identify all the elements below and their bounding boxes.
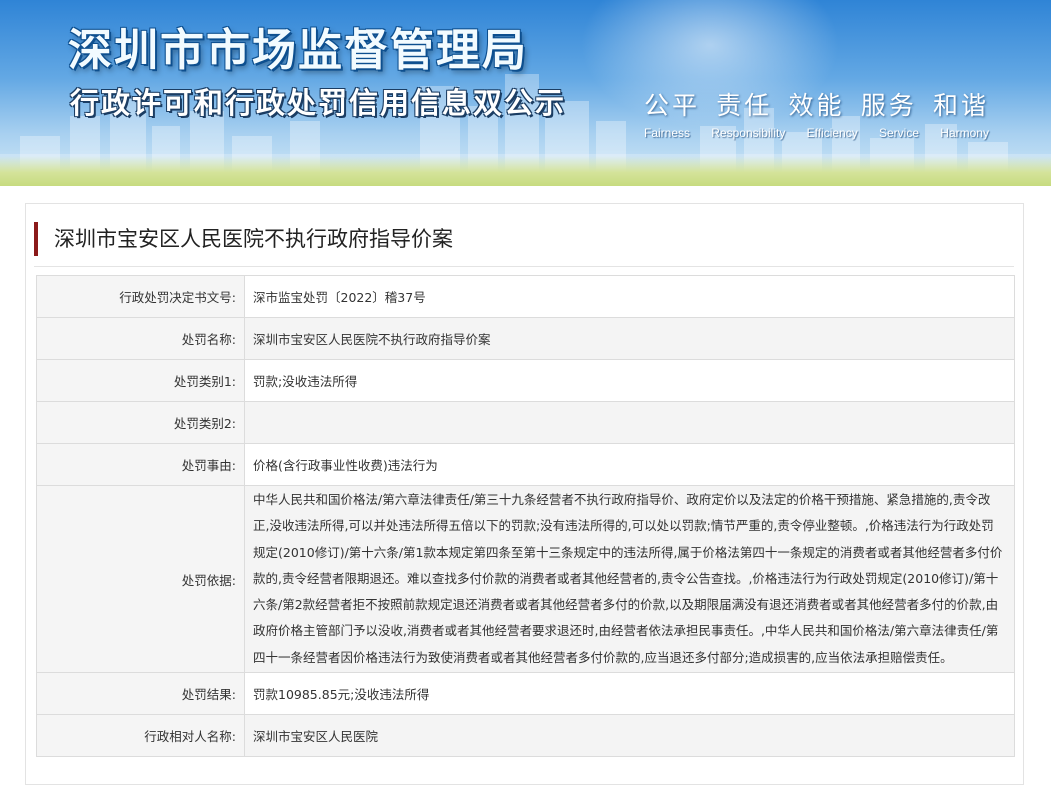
banner-title: 深圳市市场监督管理局: [68, 25, 528, 76]
value-penalty-basis: 中华人民共和国价格法/第六章法律责任/第三十九条经营者不执行政府指导价、政府定价…: [244, 484, 1015, 674]
label-penalty-result: 处罚结果:: [36, 672, 245, 716]
value-party-name: 深圳市宝安区人民医院: [244, 714, 1015, 758]
slogan-service: 服务: [860, 91, 917, 120]
header-banner: 深圳市市场监督管理局 行政许可和行政处罚信用信息双公示 公平 责任 效能 服务 …: [0, 0, 1051, 186]
slogan-en-service: Service: [879, 126, 920, 140]
row-penalty-category-1: 处罚类别1: 罚款;没收违法所得: [36, 359, 1015, 402]
case-title: 深圳市宝安区人民医院不执行政府指导价案: [34, 222, 453, 256]
slogan-en-fairness: Fairness: [644, 126, 691, 140]
slogan-responsibility: 责任: [716, 91, 773, 120]
row-penalty-category-2: 处罚类别2:: [36, 401, 1015, 444]
case-info-table: 行政处罚决定书文号: 深市监宝处罚〔2022〕稽37号 处罚名称: 深圳市宝安区…: [36, 275, 1015, 758]
slogan-cn: 公平 责任 效能 服务 和谐: [644, 86, 989, 122]
value-penalty-result: 罚款10985.85元;没收违法所得: [244, 672, 1015, 716]
title-divider: [34, 266, 1014, 267]
label-decision-number: 行政处罚决定书文号:: [36, 275, 245, 318]
grass-strip: [0, 156, 1051, 186]
slogan-group: 公平 责任 效能 服务 和谐 Fairness Responsibility E…: [644, 86, 989, 140]
slogan-efficiency: 效能: [788, 91, 845, 120]
label-penalty-category-1: 处罚类别1:: [36, 359, 245, 402]
label-penalty-name: 处罚名称:: [36, 317, 245, 360]
slogan-en: Fairness Responsibility Efficiency Servi…: [644, 126, 989, 140]
value-penalty-category-2: [244, 401, 1015, 444]
row-penalty-basis: 处罚依据: 中华人民共和国价格法/第六章法律责任/第三十九条经营者不执行政府指导…: [36, 484, 1015, 674]
label-party-name: 行政相对人名称:: [36, 714, 245, 758]
banner-subtitle: 行政许可和行政处罚信用信息双公示: [70, 86, 567, 120]
label-penalty-reason: 处罚事由:: [36, 443, 245, 486]
value-decision-number: 深市监宝处罚〔2022〕稽37号: [244, 275, 1015, 318]
slogan-en-harmony: Harmony: [940, 126, 989, 140]
row-decision-number: 行政处罚决定书文号: 深市监宝处罚〔2022〕稽37号: [36, 275, 1015, 318]
slogan-harmony: 和谐: [932, 91, 989, 120]
label-penalty-basis: 处罚依据:: [36, 484, 245, 674]
row-party-name: 行政相对人名称: 深圳市宝安区人民医院: [36, 714, 1015, 758]
row-penalty-reason: 处罚事由: 价格(含行政事业性收费)违法行为: [36, 443, 1015, 486]
slogan-fairness: 公平: [644, 91, 701, 120]
row-penalty-name: 处罚名称: 深圳市宝安区人民医院不执行政府指导价案: [36, 317, 1015, 360]
case-detail-panel: 深圳市宝安区人民医院不执行政府指导价案 行政处罚决定书文号: 深市监宝处罚〔20…: [25, 203, 1024, 785]
label-penalty-category-2: 处罚类别2:: [36, 401, 245, 444]
value-penalty-category-1: 罚款;没收违法所得: [244, 359, 1015, 402]
value-penalty-reason: 价格(含行政事业性收费)违法行为: [244, 443, 1015, 486]
slogan-en-efficiency: Efficiency: [806, 126, 858, 140]
row-penalty-result: 处罚结果: 罚款10985.85元;没收违法所得: [36, 672, 1015, 716]
slogan-en-responsibility: Responsibility: [711, 126, 786, 140]
value-penalty-name: 深圳市宝安区人民医院不执行政府指导价案: [244, 317, 1015, 360]
